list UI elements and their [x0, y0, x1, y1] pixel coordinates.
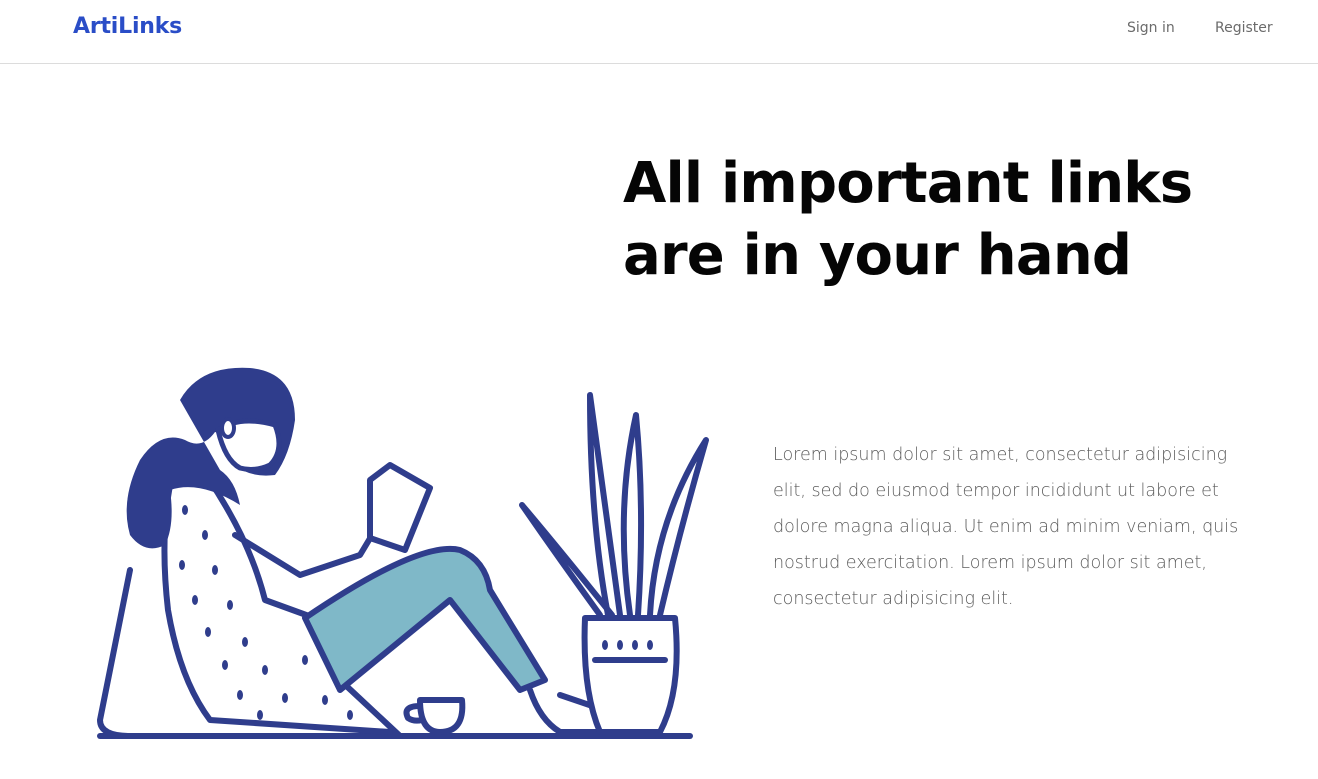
- woman-reading-illustration: [97, 367, 709, 739]
- top-navbar: ArtiLinks Sign in Register: [0, 0, 1318, 64]
- sign-in-link[interactable]: Sign in: [1127, 20, 1175, 36]
- hero-headline: All important links are in your hand: [623, 148, 1303, 292]
- hero-headline-line-1: All important links: [623, 151, 1193, 216]
- hero-description: Lorem ipsum dolor sit amet, consectetur …: [773, 445, 1239, 609]
- register-link[interactable]: Register: [1215, 20, 1273, 36]
- hero-headline-line-2: are in your hand: [623, 223, 1132, 288]
- brand-logo-link[interactable]: ArtiLinks: [73, 14, 182, 39]
